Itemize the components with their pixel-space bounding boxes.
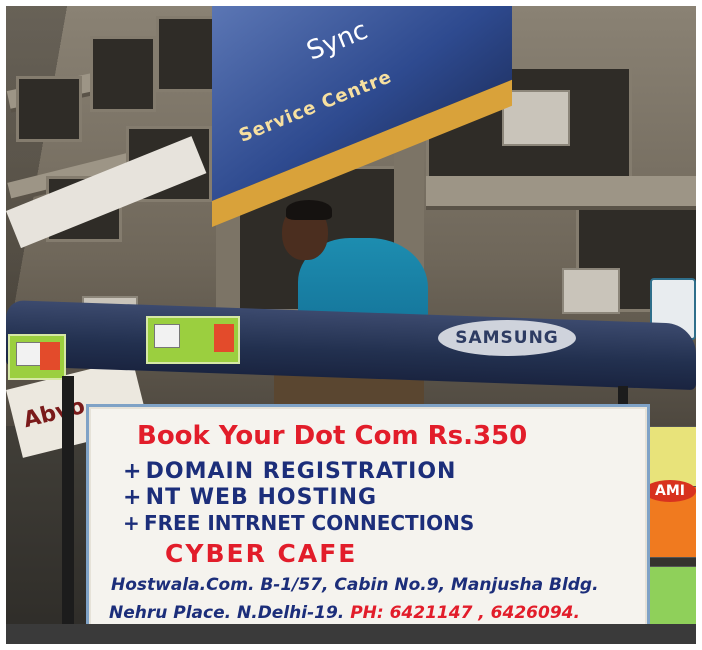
- sign-bullet-item: + FREE INTRNET CONNECTIONS: [123, 511, 681, 535]
- sticker-image: [154, 324, 180, 348]
- sign-headline: Book Your Dot Com Rs.350: [137, 421, 528, 451]
- building-window: [90, 36, 156, 112]
- bullet-marker: +: [123, 511, 140, 535]
- cyber-cafe-sign: Book Your Dot Com Rs.350 + DOMAIN REGIST…: [86, 404, 650, 644]
- bullet-marker: +: [123, 459, 143, 484]
- sign-subheadline: CYBER CAFE: [165, 539, 358, 568]
- balcony-ledge: [426, 176, 696, 206]
- sign-bullet-text: DOMAIN REGISTRATION: [145, 459, 457, 484]
- photo-frame: Sync Service Centre Abvo SAMSUNG AMI Boo…: [6, 6, 696, 644]
- sign-bullet-text: FREE INTRNET CONNECTIONS: [143, 511, 475, 535]
- sign-phone: PH: 6421147 , 6426094.: [350, 603, 580, 623]
- person-hair: [286, 200, 332, 220]
- ac-unit: [502, 90, 570, 146]
- street-bottom: [6, 624, 696, 644]
- sign-bullet-text: NT WEB HOSTING: [145, 485, 378, 510]
- bullet-marker: +: [123, 485, 143, 510]
- sticker-tag: [214, 324, 234, 352]
- sign-bullet-item: + NT WEB HOSTING: [123, 485, 681, 510]
- sign-bullet-item: + DOMAIN REGISTRATION: [123, 459, 681, 484]
- sign-city: Nehru Place. N.Delhi-19.: [109, 603, 345, 623]
- sticker-tag: [40, 342, 60, 370]
- building-window: [16, 76, 82, 142]
- rickshaw-pole: [62, 376, 74, 644]
- sticker-image: [16, 342, 42, 366]
- canopy-sticker: [8, 334, 66, 380]
- canopy-sticker: [146, 316, 240, 364]
- sign-contact: Nehru Place. N.Delhi-19. PH: 6421147 , 6…: [109, 603, 667, 623]
- ac-unit: [562, 268, 620, 314]
- samsung-badge: SAMSUNG: [438, 320, 576, 356]
- sign-address: Hostwala.Com. B-1/57, Cabin No.9, Manjus…: [111, 575, 599, 595]
